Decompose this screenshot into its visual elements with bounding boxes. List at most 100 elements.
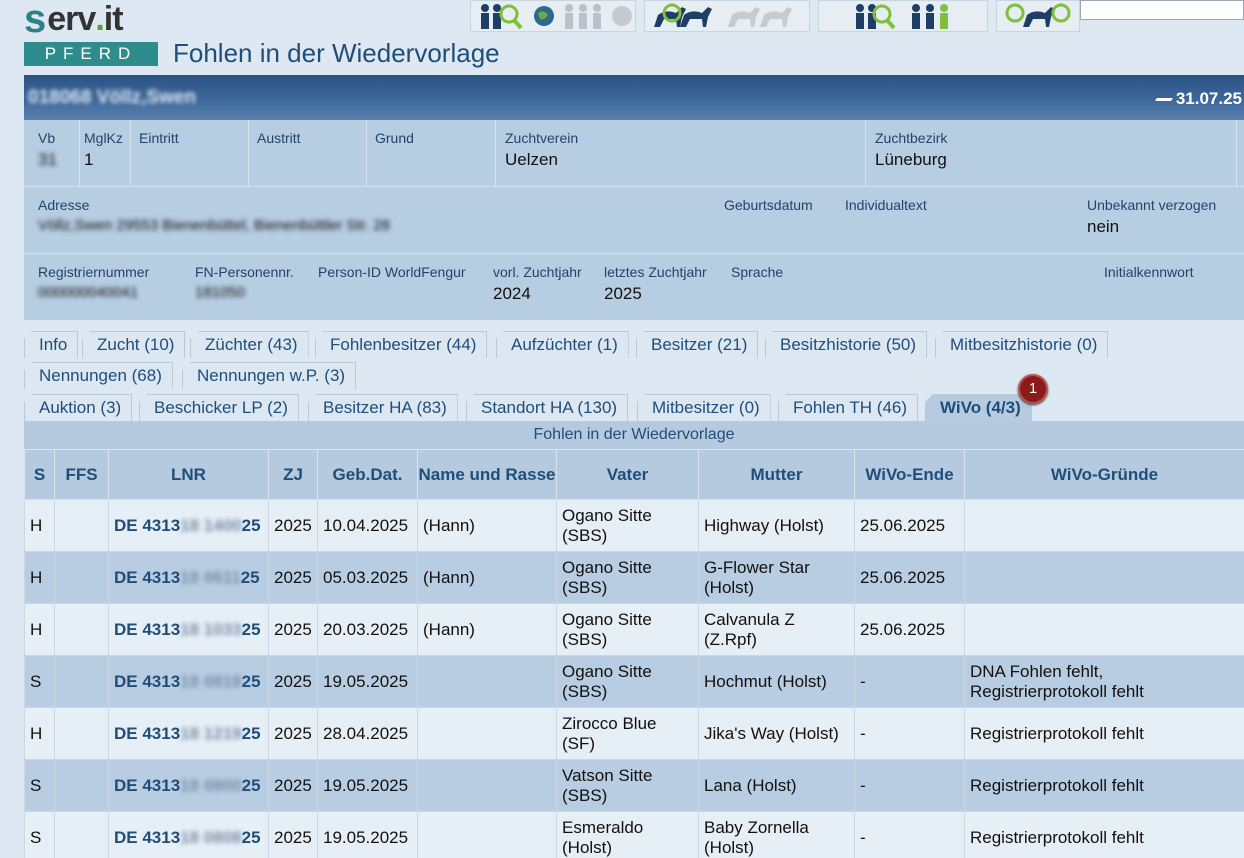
cell-ende: - [854, 811, 965, 858]
tab-aufzuechter[interactable]: Aufzüchter (1) [496, 331, 629, 358]
field-initialkennwort: Initialkennwort [1104, 264, 1194, 280]
col-header-name-rasse[interactable]: Name und Rasse [417, 449, 557, 500]
cell-name [417, 655, 557, 708]
cell-mutter: Highway (Holst) [698, 499, 855, 552]
tab-auktion[interactable]: Auktion (3) [24, 394, 133, 421]
cell-ende: 25.06.2025 [854, 499, 965, 552]
search-input[interactable] [1080, 0, 1244, 20]
globe-icon[interactable] [533, 5, 555, 27]
table-row[interactable]: S DE 431318 080825 2025 19.05.2025 Esmeraldo… [24, 811, 1244, 858]
field-mglkz: MglKz 1 [84, 130, 123, 169]
member-info-panel: Vb 31 MglKz 1 Eintritt Austritt Grund Zu… [24, 120, 1244, 320]
cell-zj: 2025 [268, 551, 318, 604]
cell-s: H [24, 551, 55, 604]
cell-s: H [24, 603, 55, 656]
cell-gruende: DNA Fohlen fehlt, Registrierprotokoll fe… [964, 655, 1244, 708]
tab-fohlenbesitzer[interactable]: Fohlenbesitzer (44) [315, 331, 488, 358]
field-letztes-zuchtjahr: letztes Zuchtjahr 2025 [604, 264, 707, 303]
cell-lnr[interactable]: DE 431318 080025 [108, 759, 269, 812]
cell-name [417, 707, 557, 760]
col-header-s[interactable]: S [24, 449, 55, 500]
cell-lnr[interactable]: DE 431318 121925 [108, 707, 269, 760]
field-zuchtbezirk: Zuchtbezirk Lüneburg [875, 130, 948, 169]
cell-lnr[interactable]: DE 431318 103325 [108, 603, 269, 656]
table-row[interactable]: S DE 431318 080025 2025 19.05.2025 Vatson Si… [24, 759, 1244, 812]
field-registriernummer: Registriernummer 000000040041 [38, 264, 150, 301]
persons2-toolbar-group [818, 0, 988, 32]
cell-ffs [54, 603, 109, 656]
table-row[interactable]: H DE 431318 103325 2025 20.03.2025 (Hann) Oga… [24, 603, 1244, 656]
member-id-name: 018068 Völlz,Swen [28, 87, 196, 108]
col-header-wivo-gruende[interactable]: WiVo-Gründe [964, 449, 1244, 500]
horses-search-2-icon[interactable] [999, 1, 1077, 31]
wivo-table: S FFS LNR ZJ Geb.Dat. Name und Rasse Vat… [24, 449, 1244, 858]
field-zuchtverein: Zuchtverein Uelzen [505, 130, 579, 169]
horses-search-icon[interactable] [650, 1, 718, 31]
field-austritt: Austritt [257, 130, 301, 146]
tab-beschicker-lp[interactable]: Beschicker LP (2) [139, 394, 299, 421]
servit-logo[interactable]: s erv. it PFERD [24, 0, 160, 66]
cell-mutter: Jika's Way (Holst) [698, 707, 855, 760]
cell-vater: Esmeraldo (Holst) [556, 811, 699, 858]
table-row[interactable]: H DE 431318 061125 2025 05.03.2025 (Hann) Oga… [24, 551, 1244, 604]
horses-toolbar-group [644, 0, 810, 32]
table-row[interactable]: H DE 431318 140025 2025 10.04.2025 (Hann) Oga… [24, 499, 1244, 552]
tab-zuechter[interactable]: Züchter (43) [190, 331, 309, 358]
col-header-wivo-ende[interactable]: WiVo-Ende [854, 449, 965, 500]
cell-ffs [54, 707, 109, 760]
tab-fohlen-th[interactable]: Fohlen TH (46) [778, 394, 919, 421]
table-row[interactable]: H DE 431318 121925 2025 28.04.2025 Zirocco B… [24, 707, 1244, 760]
cell-zj: 2025 [268, 759, 318, 812]
cell-vater: Zirocco Blue (SF) [556, 707, 699, 760]
cell-name: (Hann) [417, 551, 557, 604]
table-header-row: S FFS LNR ZJ Geb.Dat. Name und Rasse Vat… [24, 449, 1244, 500]
tab-mitbesitzer[interactable]: Mitbesitzer (0) [637, 394, 771, 421]
tab-besitzhistorie[interactable]: Besitzhistorie (50) [765, 331, 928, 358]
persons-search-2-icon[interactable] [850, 1, 900, 31]
cell-ffs [54, 759, 109, 812]
cell-lnr[interactable]: DE 431318 061125 [108, 551, 269, 604]
table-row[interactable]: S DE 431318 081825 2025 19.05.2025 Ogano Sit… [24, 655, 1244, 708]
cell-lnr[interactable]: DE 431318 140025 [108, 499, 269, 552]
col-header-vater[interactable]: Vater [556, 449, 699, 500]
tab-besitzer[interactable]: Besitzer (21) [636, 331, 759, 358]
cell-lnr[interactable]: DE 431318 081825 [108, 655, 269, 708]
cell-s: H [24, 707, 55, 760]
tab-standort-ha[interactable]: Standort HA (130) [466, 394, 629, 421]
cell-zj: 2025 [268, 655, 318, 708]
tab-wivo[interactable]: WiVo (4/3) [925, 394, 1032, 421]
member-date: 31.07.25 [1154, 89, 1242, 109]
cell-name [417, 759, 557, 812]
cell-name: (Hann) [417, 499, 557, 552]
field-eintritt: Eintritt [139, 130, 179, 146]
tab-zucht[interactable]: Zucht (10) [82, 331, 186, 358]
cell-vater: Vatson Sitte (SBS) [556, 759, 699, 812]
cell-geb: 19.05.2025 [317, 655, 418, 708]
persons-toolbar-group [470, 0, 636, 32]
cell-lnr[interactable]: DE 431318 080825 [108, 811, 269, 858]
tab-nennungen[interactable]: Nennungen (68) [24, 362, 173, 389]
globe-disabled-icon [612, 6, 632, 26]
cell-s: H [24, 499, 55, 552]
col-header-mutter[interactable]: Mutter [698, 449, 855, 500]
cell-zj: 2025 [268, 707, 318, 760]
page-title: Fohlen in der Wiedervorlage [173, 38, 500, 68]
tab-info[interactable]: Info [24, 331, 79, 358]
tab-nennungen-wp[interactable]: Nennungen w.P. (3) [182, 362, 357, 389]
col-header-gebdat[interactable]: Geb.Dat. [317, 449, 418, 500]
cell-ende: - [854, 707, 965, 760]
field-vorl-zuchtjahr: vorl. Zuchtjahr 2024 [493, 264, 582, 303]
table-caption: Fohlen in der Wiedervorlage [24, 421, 1244, 449]
persons-search-icon[interactable] [473, 1, 527, 31]
persons-disabled-icon [565, 4, 601, 29]
tab-mitbesitzhistorie[interactable]: Mitbesitzhistorie (0) [935, 331, 1109, 358]
col-header-zj[interactable]: ZJ [268, 449, 318, 500]
persons-group-icon[interactable] [906, 1, 956, 31]
wivo-table-section: Fohlen in der Wiedervorlage S FFS LNR ZJ… [24, 421, 1244, 858]
tab-besitzer-ha[interactable]: Besitzer HA (83) [308, 394, 458, 421]
col-header-ffs[interactable]: FFS [54, 449, 109, 500]
cell-gruende [964, 499, 1244, 552]
cell-gruende [964, 551, 1244, 604]
cell-zj: 2025 [268, 499, 318, 552]
col-header-lnr[interactable]: LNR [108, 449, 269, 500]
